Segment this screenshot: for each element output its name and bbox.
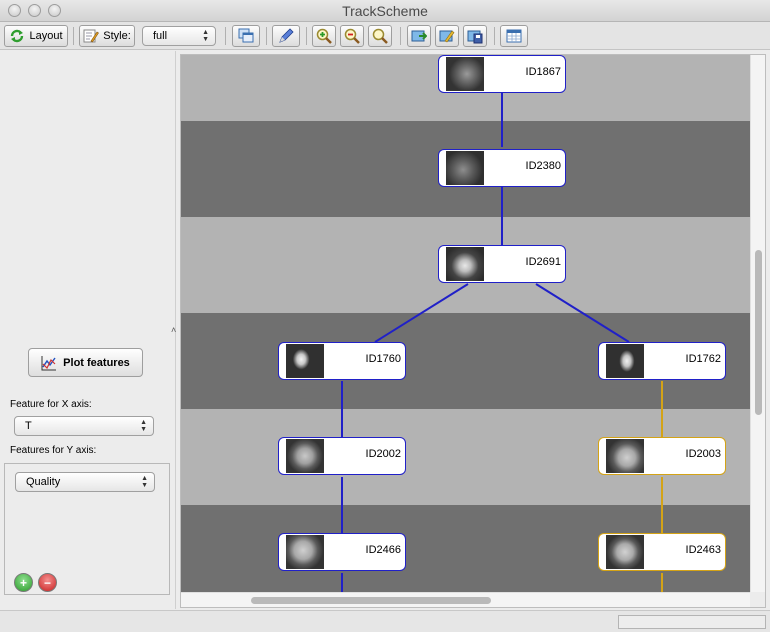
toolbar-separator <box>306 27 307 45</box>
table-icon <box>506 29 522 43</box>
y-axis-feature-value: Quality <box>26 476 61 488</box>
trackscheme-canvas-frame: ID1867 ID2380 ID2691 ID1760 ID1762 ID200… <box>180 54 766 608</box>
style-button-label: Style: <box>103 30 131 42</box>
remove-feature-button[interactable]: − <box>38 573 57 592</box>
plot-features-label: Plot features <box>63 356 130 369</box>
capture-decorated-button[interactable] <box>435 25 459 47</box>
y-axis-features-label: Features for Y axis: <box>10 445 97 456</box>
spot-label: ID2003 <box>685 448 721 460</box>
reset-zoom-button[interactable] <box>368 25 392 47</box>
track-edge[interactable] <box>374 283 469 343</box>
spot-label: ID1762 <box>685 353 721 365</box>
spot-label: ID2691 <box>525 256 561 268</box>
export-image-icon <box>411 30 427 42</box>
toolbar-separator <box>266 27 267 45</box>
select-arrows-icon: ▲ ▼ <box>202 29 209 43</box>
layout-button-label: Layout <box>29 30 63 42</box>
status-bar <box>0 610 770 632</box>
zoom-out-button[interactable] <box>340 25 364 47</box>
zoom-icon <box>372 28 388 44</box>
scroll-corner <box>750 592 765 607</box>
toolbar-separator <box>225 27 226 45</box>
vertical-scrollbar[interactable] <box>750 55 765 593</box>
style-edit-icon <box>83 29 100 43</box>
spot-node[interactable]: ID2691 <box>438 245 566 283</box>
track-edges <box>341 91 663 593</box>
spot-label: ID1867 <box>525 66 561 78</box>
spot-node[interactable]: ID2002 <box>278 437 406 475</box>
spot-thumbnail <box>446 57 484 91</box>
style-select-value: full <box>153 30 168 42</box>
vertical-scroll-thumb[interactable] <box>755 250 762 415</box>
spot-thumbnail <box>606 535 644 569</box>
table-view-button[interactable] <box>500 25 528 47</box>
trackscheme-window: TrackScheme Layout Style: full ▲ ▼ ˄ Plo… <box>0 0 770 632</box>
zoom-in-icon <box>316 28 332 44</box>
minus-icon: − <box>43 575 51 590</box>
y-axis-feature-select[interactable]: Quality ▲ ▼ <box>15 472 155 492</box>
toolbar: Layout Style: full ▲ ▼ <box>0 22 770 50</box>
spot-node[interactable]: ID1762 <box>598 342 726 380</box>
zoom-out-icon <box>344 28 360 44</box>
spot-label: ID1760 <box>365 353 401 365</box>
window-title: TrackScheme <box>342 3 428 19</box>
title-bar: TrackScheme <box>0 0 770 22</box>
add-feature-button[interactable]: + <box>14 573 33 592</box>
select-arrows-icon: ▲ ▼ <box>141 475 148 489</box>
pen-icon <box>279 28 294 43</box>
style-button[interactable]: Style: <box>79 25 135 47</box>
spot-thumbnail <box>446 151 484 185</box>
spot-node[interactable]: ID2003 <box>598 437 726 475</box>
horizontal-scroll-thumb[interactable] <box>251 597 491 604</box>
trackscheme-canvas[interactable]: ID1867 ID2380 ID2691 ID1760 ID1762 ID200… <box>181 55 751 593</box>
horizontal-scrollbar[interactable] <box>181 592 751 607</box>
x-axis-feature-select[interactable]: T ▲ ▼ <box>14 416 154 436</box>
zoom-in-button[interactable] <box>312 25 336 47</box>
spot-thumbnail <box>606 344 644 378</box>
spot-thumbnail <box>286 344 324 378</box>
refresh-icon <box>11 29 24 43</box>
plus-icon: + <box>19 575 27 590</box>
style-select[interactable]: full ▲ ▼ <box>142 26 216 46</box>
toolbar-separator <box>494 27 495 45</box>
toolbar-separator <box>73 27 74 45</box>
windows-icon <box>238 28 254 43</box>
spot-thumbnail <box>606 439 644 473</box>
toolbar-separator <box>400 27 401 45</box>
plot-features-button[interactable]: Plot features <box>28 348 143 377</box>
display-decorations-button[interactable] <box>232 25 260 47</box>
x-axis-feature-value: T <box>25 420 32 432</box>
spot-label: ID2466 <box>365 544 401 556</box>
spot-node[interactable]: ID2463 <box>598 533 726 571</box>
progress-bar <box>618 615 766 629</box>
spot-thumbnail <box>286 439 324 473</box>
layout-button[interactable]: Layout <box>4 25 68 47</box>
spot-node[interactable]: ID1867 <box>438 55 566 93</box>
track-edge[interactable] <box>535 283 630 343</box>
x-axis-feature-label: Feature for X axis: <box>10 399 92 410</box>
save-icon <box>467 30 483 44</box>
edit-image-icon <box>439 30 455 43</box>
spot-label: ID2002 <box>365 448 401 460</box>
spot-node[interactable]: ID2466 <box>278 533 406 571</box>
spot-label: ID2463 <box>685 544 721 556</box>
save-button[interactable] <box>463 25 487 47</box>
spot-node[interactable]: ID2380 <box>438 149 566 187</box>
plot-icon <box>41 355 57 370</box>
spot-node[interactable]: ID1760 <box>278 342 406 380</box>
collapse-arrow-icon[interactable]: ˄ <box>171 325 176 335</box>
select-arrows-icon: ▲ ▼ <box>140 419 147 433</box>
select-track-button[interactable] <box>272 25 300 47</box>
capture-undecorated-button[interactable] <box>407 25 431 47</box>
features-panel: ˄ Plot features Feature for X axis: T ▲ ▼… <box>0 51 176 609</box>
spot-thumbnail <box>286 535 324 569</box>
spot-thumbnail <box>446 247 484 281</box>
spot-label: ID2380 <box>525 160 561 172</box>
